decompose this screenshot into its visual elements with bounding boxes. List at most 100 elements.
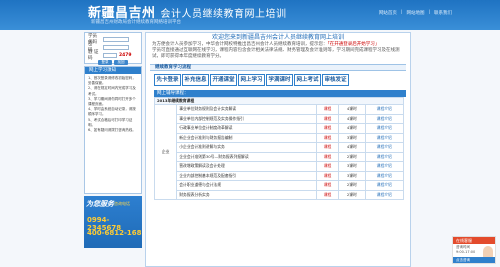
course-hours: 2课时 [338, 189, 366, 200]
course-hours: 3课时 [338, 161, 366, 172]
notice-line: 2、请在规定时间内完成学习及考试。 [88, 86, 136, 96]
course-hours: 3课时 [338, 132, 366, 143]
course-name[interactable]: 企业会计准则第30号—财务报表列报解读 [176, 151, 317, 162]
course-status: 课程 [315, 170, 340, 181]
notice-body: 1、首次登录请修改初始密码，妥善保管。 2、请在规定时间内完成学习及考试。 3、… [85, 74, 141, 135]
captcha-image[interactable]: 2479 [119, 53, 132, 58]
step-exam[interactable]: 网上考试 [294, 74, 321, 86]
top-links: 网站首页 | 网站地图 | 联系我们 [379, 10, 452, 16]
course-name[interactable]: 事业单位财务规则及会计实务解读 [176, 104, 317, 115]
course-name[interactable]: 新企业会计准则与财务报告编制 [176, 132, 317, 143]
course-hours: 4课时 [338, 104, 366, 115]
account-input[interactable] [103, 36, 129, 42]
recover-button[interactable]: 找回 [114, 60, 128, 65]
step-study[interactable]: 网上学习 [238, 74, 265, 86]
process-section-title: 继续教育学习流程 [150, 64, 406, 71]
course-status: 课程 [315, 142, 340, 153]
step-info[interactable]: 补充信息 [182, 74, 209, 86]
table-row: 事业单位内部控制规范及实务操作指引 课程 4课时 课程介绍 [155, 113, 405, 124]
table-row: 企业内部控制基本规范及配套指引 课程 3课时 课程介绍 [155, 170, 405, 181]
course-intro-link[interactable]: 课程介绍 [364, 104, 405, 115]
link-divider: | [428, 10, 430, 15]
home-link[interactable]: 网站首页 [379, 10, 397, 16]
course-intro-link[interactable]: 课程介绍 [364, 132, 405, 143]
course-name[interactable]: 企业内部控制基本规范及配套指引 [176, 170, 317, 181]
course-table: 2013年继续教育课程 企业 事业单位财务规则及会计实务解读 课程 4课时 课程… [153, 97, 405, 200]
course-name[interactable]: 营改增政策解读及会计处理 [176, 161, 317, 172]
step-login[interactable]: 先卡登录 [154, 74, 181, 86]
course-hours: 2课时 [338, 151, 366, 162]
widget-title: 在线客服 [453, 237, 495, 244]
step-hours[interactable]: 学满课时 [266, 74, 293, 86]
table-row: 企业会计准则第30号—财务报表列报解读 课程 2课时 课程介绍 [155, 151, 405, 162]
course-status: 课程 [315, 123, 340, 134]
step-certificate[interactable]: 审核发证 [322, 74, 349, 86]
site-header: 新疆昌吉州 会计人员继续教育网上培训 新疆昌吉州财政局会计继续教育网络培训平台 … [0, 0, 500, 30]
course-status: 课程 [315, 189, 340, 200]
welcome-body-1: 为方便会计人员参加学习，中华会计网校特推出昌吉州会计人员继续教育培训，提示您： [152, 42, 328, 47]
course-hours: 4课时 [338, 142, 366, 153]
hotline-phone-2: 400-6812-168 [87, 229, 142, 237]
notice-line: 6、如有疑问请拨打咨询热线。 [88, 128, 136, 133]
table-row: 新企业会计准则与财务报告编制 课程 3课时 课程介绍 [155, 132, 405, 143]
course-status: 课程 [315, 161, 340, 172]
left-column: 学员代码 密 码 验 证 码 2479 登录 找回 网上学习须知 1、首次登录请… [84, 32, 142, 262]
hotline-banner: 为您服务 咨询电话 0994-2345678 400-6812-168 [84, 196, 142, 248]
login-box: 学员代码 密 码 验 证 码 2479 登录 找回 [84, 32, 142, 65]
online-service-widget[interactable]: 在线客服 咨询时间 9:00-17:00 点击咨询 [452, 236, 496, 264]
captcha-input[interactable] [103, 52, 117, 58]
course-name[interactable]: 小企业会计准则讲解与实务 [176, 142, 317, 153]
course-section: 网上辅导课程： 2013年继续教育课程 企业 事业单位财务规则及会计实务解读 课… [153, 90, 406, 200]
notice-panel: 网上学习须知 1、首次登录请修改初始密码，妥善保管。 2、请在规定时间内完成学习… [84, 66, 142, 194]
notice-line: 1、首次登录请修改初始密码，妥善保管。 [88, 76, 136, 86]
notice-title: 网上学习须知 [85, 67, 141, 74]
step-open-class[interactable]: 开通课堂 [210, 74, 237, 86]
course-hours: 3课时 [338, 170, 366, 181]
course-intro-link[interactable]: 课程介绍 [364, 123, 405, 134]
page-root: 新疆昌吉州 会计人员继续教育网上培训 新疆昌吉州财政局会计继续教育网络培训平台 … [0, 0, 500, 267]
table-year-row: 2013年继续教育课程 [154, 97, 404, 105]
table-row: 企业 事业单位财务规则及会计实务解读 课程 4课时 课程介绍 [153, 104, 405, 200]
course-status: 课程 [315, 104, 340, 115]
notice-line: 5、考试合格后可打印学习证明。 [88, 117, 133, 127]
course-intro-link[interactable]: 课程介绍 [364, 180, 405, 191]
hotline-subtitle: 咨询电话 [114, 201, 130, 206]
table-row: 营改增政策解读及会计处理 课程 3课时 课程介绍 [155, 161, 405, 172]
course-hours: 4课时 [338, 113, 366, 124]
table-row: 财务报表分析实务 课程 2课时 课程介绍 [155, 189, 405, 200]
welcome-title: 欢迎您来到新疆昌吉州会计人员继续教育网上培训 [211, 34, 344, 41]
welcome-body-2: 学员可直接通过互联网在线学习，课程内容包含会计相关法律法规、财务管理及会计准则等… [152, 48, 400, 59]
year-label: 2013年继续教育课程 [154, 97, 404, 105]
course-intro-link[interactable]: 课程介绍 [364, 113, 405, 124]
table-row: 行政事业单位会计制度改革解读 课程 4课时 课程介绍 [155, 123, 405, 134]
course-name[interactable]: 行政事业单位会计制度改革解读 [176, 123, 317, 134]
course-intro-link[interactable]: 课程介绍 [364, 170, 405, 181]
login-button[interactable]: 登录 [98, 60, 112, 65]
sitemap-link[interactable]: 网站地图 [406, 10, 424, 16]
notice-line: 4、学时由系统自动记录，请按顺序学习。 [88, 107, 136, 117]
notice-line: 3、学习期间请勿同时打开多个课程页面。 [88, 96, 136, 107]
site-tagline: 新疆昌吉州财政局会计继续教育网络培训平台 [91, 20, 181, 25]
course-intro-link[interactable]: 课程介绍 [364, 161, 405, 172]
course-intro-link[interactable]: 课程介绍 [364, 142, 405, 153]
main-content: 欢迎您来到新疆昌吉州会计人员继续教育网上培训 为方便会计人员参加学习，中华会计网… [145, 32, 411, 267]
course-status: 课程 [315, 132, 340, 143]
course-hours: 4课时 [338, 123, 366, 134]
course-name[interactable]: 事业单位内部控制规范及实务操作指引 [176, 113, 317, 124]
widget-consult-button[interactable]: 点击咨询 [453, 257, 495, 263]
course-intro-link[interactable]: 课程介绍 [364, 151, 405, 162]
contact-link[interactable]: 联系我们 [434, 10, 452, 16]
course-intro-link[interactable]: 课程介绍 [364, 189, 405, 200]
course-hours: 2课时 [338, 180, 366, 191]
table-row: 小企业会计准则讲解与实务 课程 4课时 课程介绍 [155, 142, 405, 153]
course-name[interactable]: 财务报表分析实务 [176, 189, 317, 200]
password-input[interactable] [103, 44, 129, 50]
course-category: 企业 [153, 104, 178, 200]
course-name[interactable]: 会计职业道德与会计法规 [176, 180, 317, 191]
welcome-highlight: 「在开通登录后开始学习」 [327, 42, 380, 47]
table-row: 会计职业道德与会计法规 课程 2课时 课程介绍 [155, 180, 405, 191]
welcome-section: 欢迎您来到新疆昌吉州会计人员继续教育网上培训 为方便会计人员参加学习，中华会计网… [146, 33, 410, 62]
course-status: 课程 [315, 113, 340, 124]
hotline-title: 为您服务 [86, 200, 114, 208]
course-section-title: 网上辅导课程： [154, 90, 406, 97]
